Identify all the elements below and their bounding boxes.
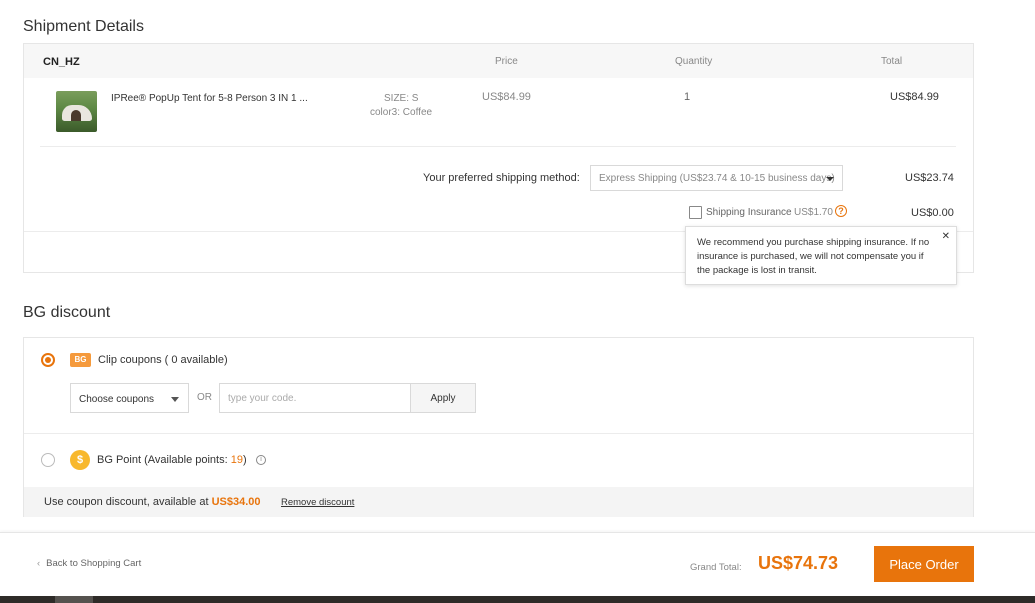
grand-total-value: US$74.73 [758,553,839,573]
shipping-cost: US$23.74 [905,172,954,184]
product-size: SIZE: S [384,93,419,104]
divider [40,146,956,147]
close-icon[interactable]: ✕ [942,230,950,244]
shipping-insurance-total: US$0.00 [911,207,954,219]
shipping-insurance-checkbox[interactable] [689,206,702,219]
shipping-method-label: Your preferred shipping method: [423,172,580,184]
remove-discount-link[interactable]: Remove discount [281,497,354,508]
discount-title: BG discount [23,304,111,321]
product-name-link[interactable]: IPRee® PopUp Tent for 5-8 Person 3 IN 1 … [111,93,308,104]
coupon-discount-text: Use coupon discount, available at US$34.… [44,496,261,508]
divider [24,433,973,434]
chevron-left-icon: ‹ [37,558,41,569]
shipping-method-select[interactable]: Express Shipping (US$23.74 & 10-15 busin… [590,165,843,191]
quantity-header: Quantity [675,56,713,67]
product-quantity: 1 [684,91,691,103]
product-price: US$84.99 [482,91,531,103]
coupon-code-input[interactable] [219,383,411,413]
help-icon[interactable]: ? [835,205,847,217]
choose-coupons-select[interactable]: Choose coupons [70,383,189,413]
bg-point-label: BG Point (Available points: 19) [97,454,247,466]
bg-point-radio[interactable] [41,453,55,467]
shipping-method-value: Express Shipping (US$23.74 & 10-15 busin… [599,173,835,184]
back-to-cart-link[interactable]: ‹ Back to Shopping Cart [37,558,141,569]
price-header: Price [495,56,518,67]
shipping-insurance-label[interactable]: Shipping Insurance [706,207,792,218]
place-order-button[interactable]: Place Order [874,546,974,582]
coupon-discount-bar: Use coupon discount, available at US$34.… [24,487,973,517]
chevron-down-icon [171,397,179,402]
grand-total-label: Grand Total: [690,562,742,573]
taskbar-strip [0,596,1035,603]
coupon-discount-amount: US$34.00 [211,496,261,508]
info-icon[interactable]: i [256,455,266,465]
shipment-header-row: CN_HZ Price Quantity Total [24,44,973,78]
product-thumbnail[interactable] [56,91,97,132]
tooltip-text: We recommend you purchase shipping insur… [697,237,930,276]
shipment-title: Shipment Details [23,18,144,35]
product-color: color3: Coffee [370,107,433,118]
chevron-down-icon [826,177,834,181]
shipping-insurance-price: US$1.70 [794,207,833,218]
coin-icon: $ [70,450,90,470]
clip-coupons-label: Clip coupons ( 0 available) [98,354,228,366]
checkout-footer: ‹ Back to Shopping Cart Grand Total: US$7… [0,532,1035,596]
clip-coupons-radio[interactable] [41,353,55,367]
insurance-tooltip: We recommend you purchase shipping insur… [685,226,957,285]
available-points: 19 [230,454,243,466]
product-total: US$84.99 [890,91,939,103]
choose-coupons-value: Choose coupons [79,394,155,405]
total-header: Total [881,56,903,67]
or-label: OR [197,392,212,403]
apply-button[interactable]: Apply [410,383,476,413]
warehouse-label: CN_HZ [43,56,80,68]
discount-panel: BG Clip coupons ( 0 available) Choose co… [23,337,974,517]
coupon-icon: BG [70,353,91,367]
